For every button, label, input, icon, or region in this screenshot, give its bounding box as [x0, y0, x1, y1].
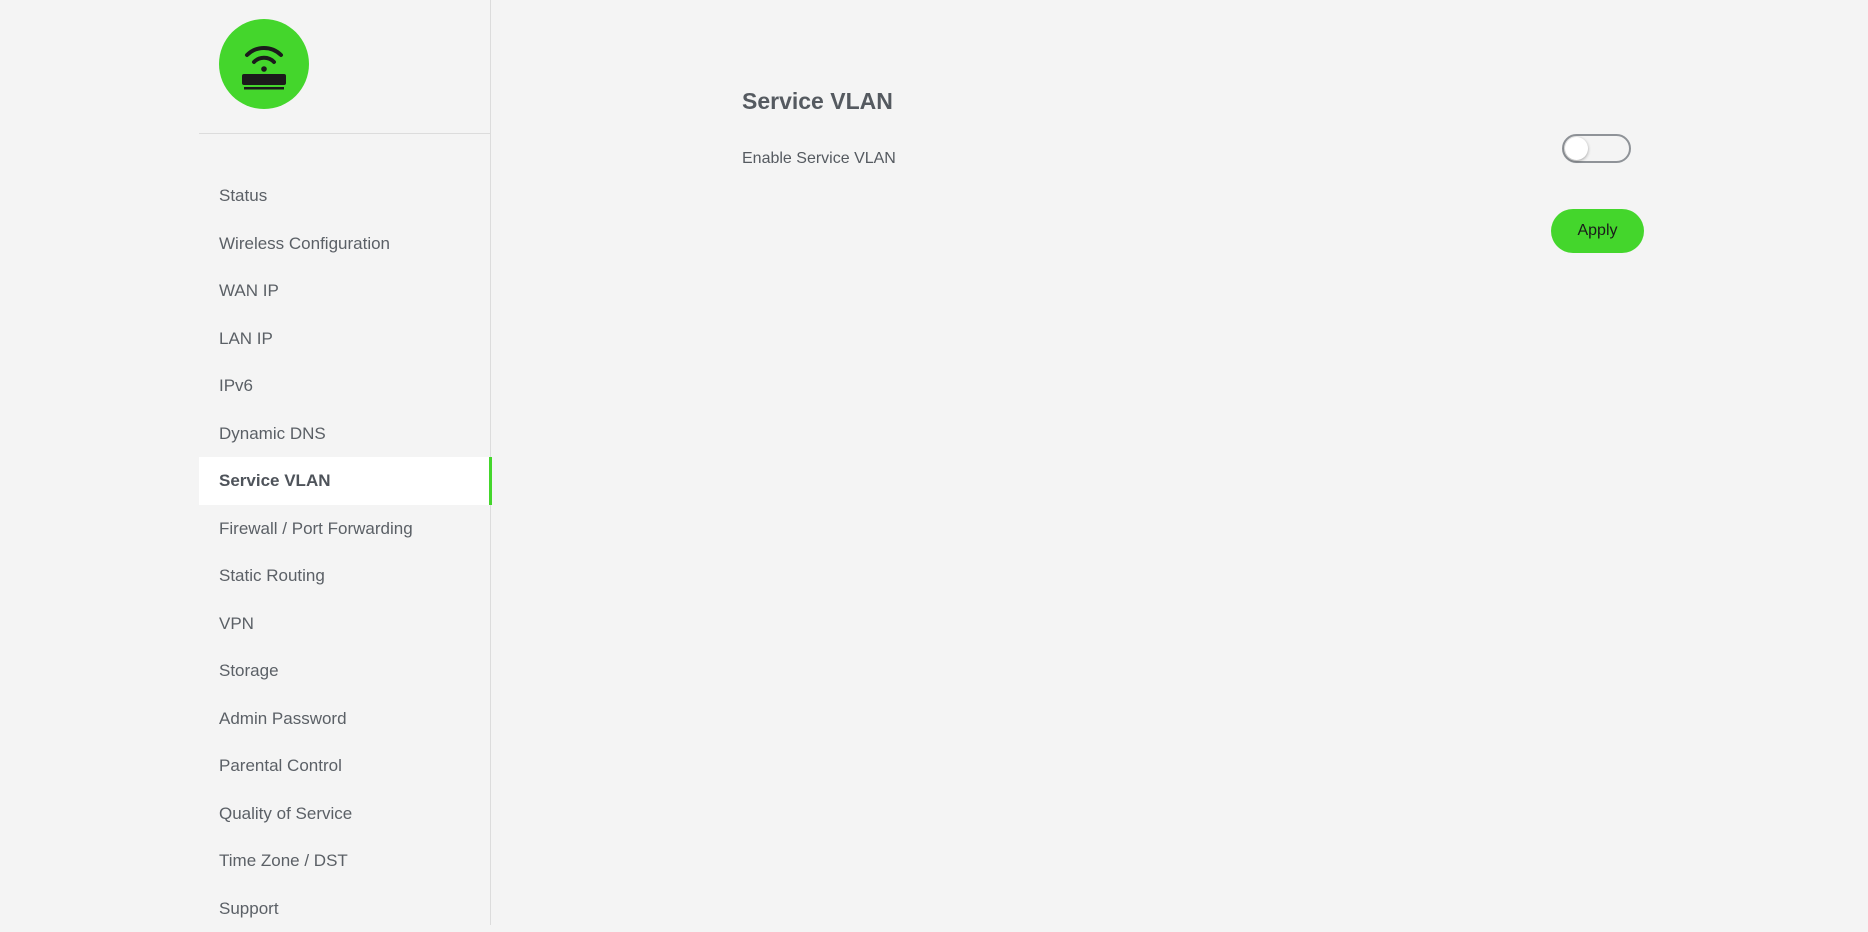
sidebar-item-status[interactable]: Status: [199, 172, 491, 220]
sidebar-item-time-zone-dst[interactable]: Time Zone / DST: [199, 837, 491, 885]
sidebar-item-storage[interactable]: Storage: [199, 647, 491, 695]
sidebar-item-ipv6[interactable]: IPv6: [199, 362, 491, 410]
sidebar-item-lan-ip[interactable]: LAN IP: [199, 315, 491, 363]
sidebar-item-quality-of-service[interactable]: Quality of Service: [199, 790, 491, 838]
main-content: Service VLAN Enable Service VLAN Apply: [492, 0, 1868, 925]
logo-area: [199, 0, 491, 134]
sidebar-item-service-vlan[interactable]: Service VLAN: [199, 457, 491, 505]
sidebar: StatusWireless ConfigurationWAN IPLAN IP…: [199, 0, 491, 925]
apply-button[interactable]: Apply: [1551, 209, 1644, 253]
sidebar-item-wan-ip[interactable]: WAN IP: [199, 267, 491, 315]
router-wifi-icon[interactable]: [219, 19, 309, 109]
sidebar-item-static-routing[interactable]: Static Routing: [199, 552, 491, 600]
sidebar-item-dynamic-dns[interactable]: Dynamic DNS: [199, 410, 491, 458]
sidebar-item-vpn[interactable]: VPN: [199, 600, 491, 648]
sidebar-item-admin-password[interactable]: Admin Password: [199, 695, 491, 743]
enable-service-vlan-label: Enable Service VLAN: [742, 150, 896, 168]
enable-service-vlan-toggle[interactable]: [1562, 134, 1631, 163]
sidebar-item-firewall-port-forwarding[interactable]: Firewall / Port Forwarding: [199, 505, 491, 553]
toggle-knob[interactable]: [1565, 137, 1588, 160]
sidebar-item-parental-control[interactable]: Parental Control: [199, 742, 491, 790]
sidebar-item-wireless-configuration[interactable]: Wireless Configuration: [199, 220, 491, 268]
sidebar-nav: StatusWireless ConfigurationWAN IPLAN IP…: [199, 172, 491, 932]
page-title: Service VLAN: [742, 88, 893, 115]
